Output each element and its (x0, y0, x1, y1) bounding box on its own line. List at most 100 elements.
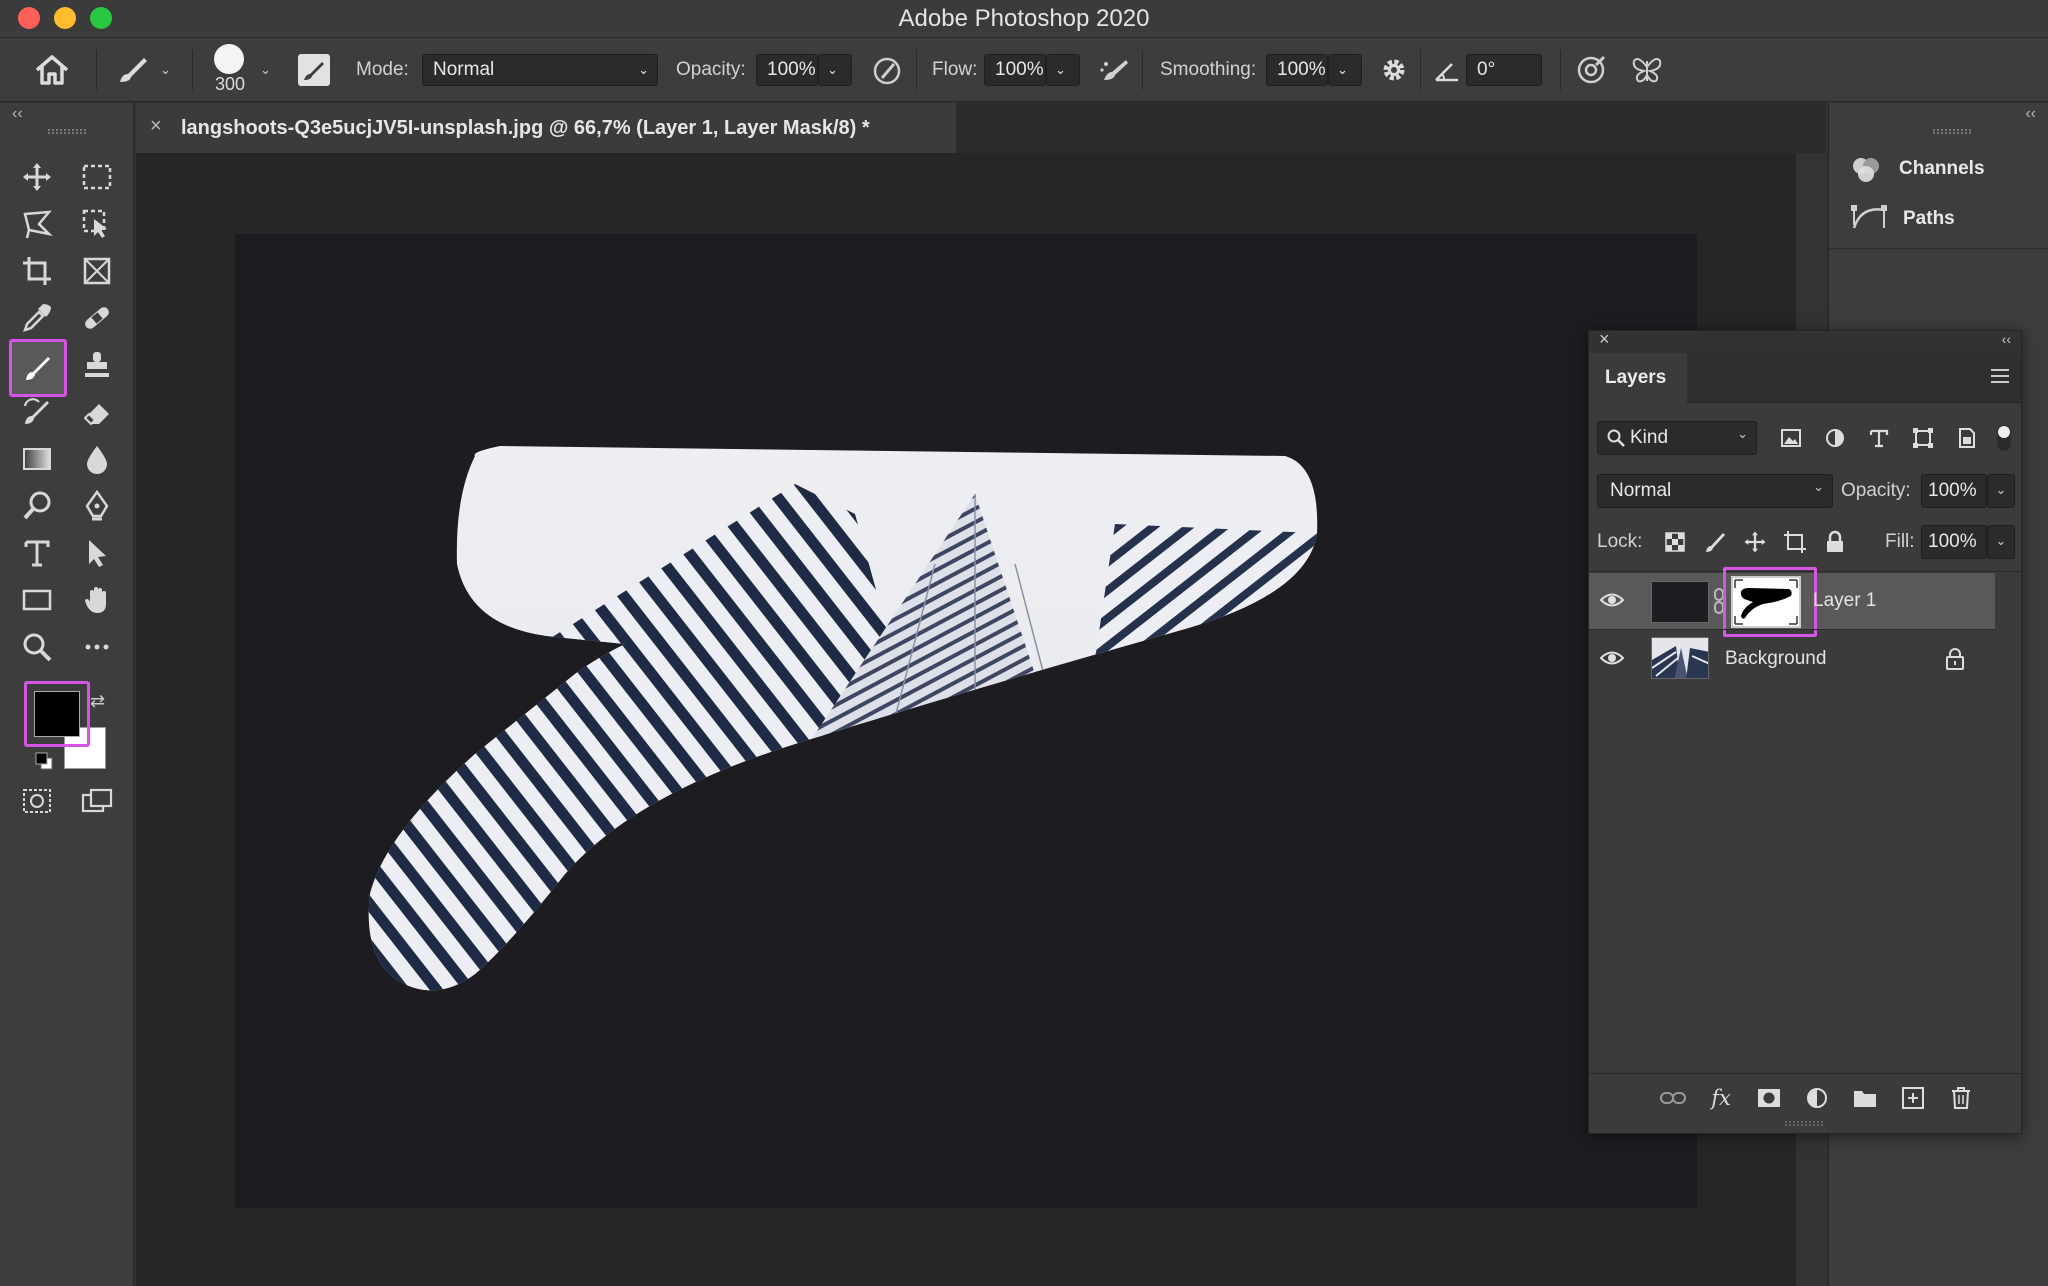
eyedropper-tool-icon[interactable] (11, 296, 63, 340)
layers-panel-header[interactable]: × ‹‹ (1589, 329, 2021, 353)
screen-mode-icon[interactable] (71, 779, 123, 823)
foreground-color-swatch[interactable] (34, 691, 80, 737)
flow-chevron-down-icon[interactable]: ⌄ (1046, 54, 1080, 86)
symmetry-butterfly-icon[interactable] (1630, 53, 1664, 87)
add-layer-mask-icon[interactable] (1755, 1084, 1783, 1112)
quick-mask-icon[interactable] (11, 779, 63, 823)
layer-name[interactable]: Layer 1 (1813, 573, 1876, 629)
smoothing-chevron-down-icon[interactable]: ⌄ (1328, 54, 1362, 86)
collapse-dock-icon[interactable]: ‹‹ (2025, 105, 2036, 123)
eraser-tool-icon[interactable] (71, 390, 123, 434)
document-canvas[interactable] (235, 234, 1697, 1208)
brush-preset-chevron-down-icon[interactable]: ⌄ (160, 38, 171, 102)
swap-colors-icon[interactable]: ⇄ (90, 691, 105, 712)
fill-chevron-down-icon[interactable]: ⌄ (1987, 525, 2015, 559)
home-icon[interactable] (32, 52, 72, 88)
mode-select[interactable]: Normal ⌄ (422, 54, 658, 86)
collapse-panel-icon[interactable]: ‹‹ (2002, 331, 2011, 347)
brush-size-chevron-down-icon[interactable]: ⌄ (260, 38, 271, 102)
eye-icon[interactable] (1599, 587, 1625, 613)
lock-all-icon[interactable] (1821, 528, 1849, 556)
history-brush-tool-icon[interactable] (11, 390, 63, 434)
clone-stamp-tool-icon[interactable] (71, 343, 123, 387)
layer-thumbnail[interactable] (1651, 581, 1709, 623)
dock-grip[interactable] (1933, 129, 1971, 134)
move-tool-icon[interactable] (11, 155, 63, 199)
hand-tool-icon[interactable] (71, 578, 123, 622)
opacity-chevron-down-icon[interactable]: ⌄ (818, 54, 852, 86)
filter-toggle-switch[interactable] (1997, 425, 2011, 451)
layer-opacity-input[interactable]: 100% (1921, 474, 1987, 508)
document-tab[interactable]: × langshoots-Q3e5ucjJV5I-unsplash.jpg @ … (136, 103, 956, 153)
fill-input[interactable]: 100% (1921, 525, 1987, 559)
flow-input[interactable]: 100% (984, 54, 1046, 86)
type-tool-icon[interactable] (11, 531, 63, 575)
pressure-size-icon[interactable] (1574, 53, 1608, 87)
filter-type-layer-icon[interactable] (1865, 424, 1893, 452)
dock-item-channels[interactable]: Channels (1849, 149, 2039, 189)
airbrush-icon[interactable] (1098, 54, 1134, 88)
opacity-input[interactable]: 100% (756, 54, 818, 86)
lock-image-pixels-icon[interactable] (1701, 528, 1729, 556)
crop-tool-icon[interactable] (11, 249, 63, 293)
fx-layer-style-icon[interactable]: fx (1707, 1084, 1735, 1112)
brush-tool-icon[interactable] (9, 339, 67, 397)
new-adjustment-layer-icon[interactable] (1803, 1084, 1831, 1112)
panel-menu-icon[interactable] (1989, 367, 2011, 385)
zoom-tool-icon[interactable] (11, 625, 63, 669)
brush-settings-panel-icon[interactable] (298, 54, 330, 86)
blur-tool-icon[interactable] (71, 437, 123, 481)
filter-kind-select[interactable]: Kind ⌄ (1597, 421, 1757, 455)
layer-row-layer-1[interactable]: Layer 1 (1589, 567, 1995, 637)
rectangular-marquee-tool-icon[interactable] (71, 155, 123, 199)
layer-opacity-chevron-down-icon[interactable]: ⌄ (1987, 474, 2015, 508)
collapse-toolbar-icon[interactable]: ‹‹ (12, 105, 23, 123)
eye-icon[interactable] (1599, 645, 1625, 671)
new-group-folder-icon[interactable] (1851, 1084, 1879, 1112)
rectangle-tool-icon[interactable] (11, 578, 63, 622)
dodge-tool-icon[interactable] (11, 484, 63, 528)
gear-icon[interactable] (1378, 54, 1410, 86)
dock-item-paths[interactable]: Paths (1849, 199, 2039, 239)
document-tab-title: langshoots-Q3e5ucjJV5I-unsplash.jpg @ 66… (181, 117, 870, 139)
brush-preset-icon[interactable] (112, 52, 152, 88)
panel-resize-grip[interactable] (1785, 1121, 1823, 1126)
link-layers-icon[interactable] (1659, 1084, 1687, 1112)
pressure-opacity-icon[interactable] (870, 54, 904, 88)
tools-panel: ‹‹ ⇄ (0, 103, 134, 1286)
chevron-down-icon: ⌄ (1737, 426, 1748, 441)
delete-layer-trash-icon[interactable] (1947, 1084, 1975, 1112)
brush-tip-preview-icon[interactable] (214, 44, 244, 74)
more-tools-icon[interactable] (71, 625, 123, 669)
lock-label: Lock: (1597, 531, 1643, 552)
angle-input[interactable]: 0° (1466, 54, 1542, 86)
background-layer-thumbnail[interactable] (1651, 637, 1709, 679)
layer-name[interactable]: Background (1725, 631, 1826, 687)
spot-healing-brush-tool-icon[interactable] (71, 296, 123, 340)
blend-mode-select[interactable]: Normal ⌄ (1597, 474, 1833, 508)
frame-tool-icon[interactable] (71, 249, 123, 293)
close-panel-icon[interactable]: × (1599, 329, 1610, 350)
smoothing-input[interactable]: 100% (1266, 54, 1328, 86)
default-colors-icon[interactable] (34, 751, 54, 771)
toolbar-grip[interactable] (48, 129, 86, 134)
gradient-tool-icon[interactable] (11, 437, 63, 481)
filter-pixel-layer-icon[interactable] (1777, 424, 1805, 452)
tab-layers[interactable]: Layers (1589, 353, 1687, 404)
layer-row-background[interactable]: Background (1589, 631, 1995, 687)
blend-mode-value: Normal (1610, 480, 1672, 501)
filter-adjustment-layer-icon[interactable] (1821, 424, 1849, 452)
lock-position-icon[interactable] (1741, 528, 1769, 556)
layer-mask-thumbnail[interactable] (1731, 576, 1801, 628)
filter-smart-object-icon[interactable] (1953, 424, 1981, 452)
path-selection-tool-icon[interactable] (71, 531, 123, 575)
brush-size: 300 (214, 74, 246, 94)
lock-artboard-icon[interactable] (1781, 528, 1809, 556)
close-tab-icon[interactable]: × (150, 115, 162, 138)
filter-shape-layer-icon[interactable] (1909, 424, 1937, 452)
object-selection-tool-icon[interactable] (71, 202, 123, 246)
polygonal-lasso-tool-icon[interactable] (11, 202, 63, 246)
lock-transparent-pixels-icon[interactable] (1661, 528, 1689, 556)
new-layer-icon[interactable] (1899, 1084, 1927, 1112)
pen-tool-icon[interactable] (71, 484, 123, 528)
